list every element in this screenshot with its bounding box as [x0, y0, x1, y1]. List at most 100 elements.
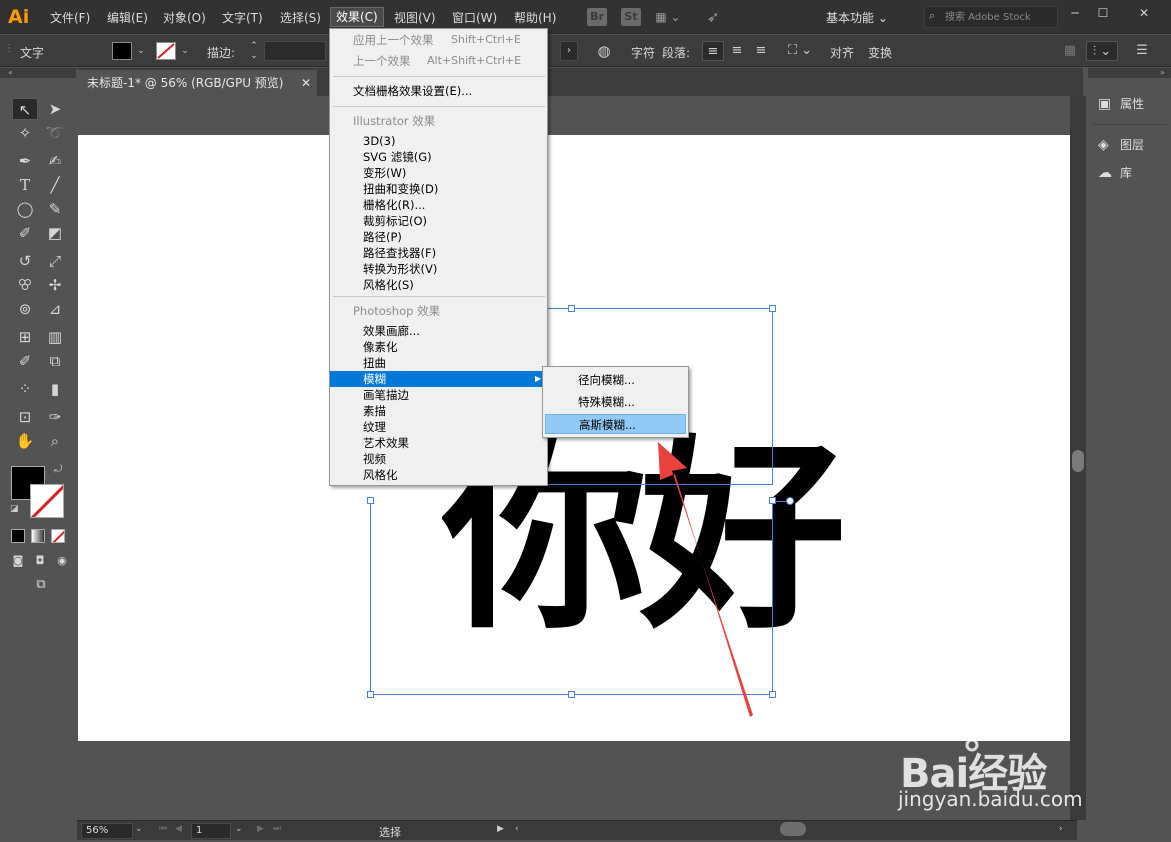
scroll-right-icon[interactable]: ›	[1059, 824, 1063, 834]
align-panel-link[interactable]: 对齐	[830, 44, 854, 61]
blend-tool-icon[interactable]: ⧉	[42, 350, 68, 372]
artboard[interactable]: 你好	[78, 135, 1070, 741]
menu-item-video[interactable]: 视频	[330, 451, 547, 467]
maximize-button[interactable]: ☐	[1090, 4, 1116, 22]
last-artboard-icon[interactable]: ⏭	[273, 824, 281, 834]
scroll-left-icon[interactable]: ‹	[515, 824, 519, 834]
menu-item-distort[interactable]: 扭曲	[330, 355, 547, 371]
opacity-arrow-button[interactable]: ›	[560, 41, 578, 61]
menu-item-rasterize[interactable]: 栅格化(R)...	[330, 197, 547, 213]
gradient-mode-icon[interactable]	[31, 529, 45, 543]
menu-item-sketch[interactable]: 素描	[330, 403, 547, 419]
first-artboard-icon[interactable]: ⏮	[159, 824, 167, 834]
close-tab-icon[interactable]: ✕	[301, 70, 311, 96]
libraries-panel-button[interactable]: ☁ 库	[1098, 163, 1132, 183]
menu-effect[interactable]: 效果(C)	[330, 7, 384, 27]
gradient-tool-icon[interactable]: ▥	[42, 326, 68, 348]
zoom-dropdown-icon[interactable]: ⌄	[135, 824, 143, 834]
hand-tool-icon[interactable]: ✋	[12, 430, 38, 452]
arrange-documents-icon[interactable]: ▦ ⌄	[653, 8, 683, 26]
horizontal-scroll-thumb[interactable]	[780, 822, 806, 836]
menu-select[interactable]: 选择(S)	[275, 8, 326, 28]
eyedropper-tool-icon[interactable]: ✐	[12, 350, 38, 372]
menu-item-pixelate[interactable]: 像素化	[330, 339, 547, 355]
bridge-button[interactable]: Br	[587, 8, 607, 26]
menu-help[interactable]: 帮助(H)	[509, 8, 561, 28]
mesh-tool-icon[interactable]: ⊞	[12, 326, 38, 348]
menu-item-effect-gallery[interactable]: 效果画廊...	[330, 323, 547, 339]
submenu-smart-blur[interactable]: 特殊模糊...	[545, 392, 686, 412]
search-input[interactable]	[945, 9, 1055, 25]
fill-swatch[interactable]	[112, 42, 132, 60]
menu-item-artistic[interactable]: 艺术效果	[330, 435, 547, 451]
prev-artboard-icon[interactable]: ◀	[175, 824, 182, 834]
default-colors-icon[interactable]: ◪	[10, 504, 19, 514]
artboard-dropdown-icon[interactable]: ⌄	[235, 824, 243, 834]
stock-button[interactable]: St	[621, 8, 641, 26]
properties-panel-button[interactable]: ▣ 属性	[1098, 94, 1144, 114]
type-tool-icon[interactable]: T	[12, 174, 38, 196]
menu-view[interactable]: 视图(V)	[389, 8, 441, 28]
align-left-icon[interactable]: ≡	[702, 41, 724, 61]
menu-item-blur[interactable]: 模糊 ▶	[330, 371, 547, 387]
status-menu-icon[interactable]: ▶	[497, 824, 504, 834]
resize-handle-left[interactable]	[367, 497, 374, 504]
transform-panel-link[interactable]: 变换	[868, 44, 892, 61]
menu-item-pathfinder[interactable]: 路径查找器(F)	[330, 245, 547, 261]
stock-search[interactable]: ⌕	[924, 6, 1058, 28]
artboard-number-field[interactable]: 1	[191, 823, 231, 839]
align-center-icon[interactable]: ≡	[726, 41, 748, 61]
draw-inside-icon[interactable]: ◉	[52, 550, 72, 572]
zoom-tool-icon[interactable]: ⌕	[42, 430, 68, 452]
next-artboard-icon[interactable]: ▶	[257, 824, 264, 834]
draw-behind-icon[interactable]: ◘	[30, 550, 50, 572]
color-mode-icon[interactable]	[11, 529, 25, 543]
gpu-performance-icon[interactable]: ➶	[703, 7, 723, 27]
workspace-switcher[interactable]: 基本功能 ⌄	[826, 8, 888, 28]
puppet-warp-tool-icon[interactable]: ✢	[42, 274, 68, 296]
text-out-port-icon[interactable]	[786, 497, 794, 505]
menu-raster-effect-settings[interactable]: 文档栅格效果设置(E)...	[330, 83, 547, 99]
menu-type[interactable]: 文字(T)	[217, 8, 268, 28]
rotate-tool-icon[interactable]: ↺	[12, 250, 38, 272]
menu-item-brush-strokes[interactable]: 画笔描边	[330, 387, 547, 403]
swap-fill-stroke-icon[interactable]: ⤾	[54, 464, 62, 475]
menu-item-3d[interactable]: 3D(3)	[330, 133, 547, 149]
menu-item-svg-filters[interactable]: SVG 滤镜(G)	[330, 149, 547, 165]
menu-item-distort-transform[interactable]: 扭曲和变换(D)	[330, 181, 547, 197]
draw-normal-icon[interactable]: ◙	[8, 550, 28, 572]
ellipse-tool-icon[interactable]: ◯	[12, 198, 38, 220]
menu-item-crop-marks[interactable]: 裁剪标记(O)	[330, 213, 547, 229]
submenu-gaussian-blur[interactable]: 高斯模糊...	[545, 414, 686, 434]
vertical-scroll-thumb[interactable]	[1072, 450, 1084, 472]
perspective-grid-tool-icon[interactable]: ⊿	[42, 298, 68, 320]
document-tab[interactable]: 未标题-1* @ 56% (RGB/GPU 预览) ✕	[77, 70, 317, 96]
resize-handle-top[interactable]	[568, 305, 575, 312]
menu-edit[interactable]: 编辑(E)	[102, 8, 153, 28]
layers-panel-button[interactable]: ◈ 图层	[1098, 135, 1144, 155]
menu-item-convert-to-shape[interactable]: 转换为形状(V)	[330, 261, 547, 277]
shaper-tool-icon[interactable]: ✐	[12, 222, 38, 244]
stroke-dropdown-icon[interactable]: ⌄	[179, 42, 191, 60]
direct-selection-tool-icon[interactable]: ➤	[42, 98, 68, 120]
scale-tool-icon[interactable]: ⤢	[42, 250, 68, 272]
paragraph-panel-link[interactable]: 段落:	[662, 44, 690, 61]
shape-builder-tool-icon[interactable]: ⊚	[12, 298, 38, 320]
slice-tool-icon[interactable]: ✑	[42, 406, 68, 428]
screen-mode-icon[interactable]: ⧉	[28, 574, 54, 596]
stroke-swatch[interactable]	[156, 42, 176, 60]
puppet-warp-icon[interactable]: ⛶ ⌄	[784, 41, 816, 61]
stroke-weight-stepper[interactable]: ⌃ ⌄	[247, 41, 261, 61]
curvature-tool-icon[interactable]: ✍	[42, 150, 68, 172]
menu-object[interactable]: 对象(O)	[158, 8, 211, 28]
close-window-button[interactable]: ✕	[1124, 4, 1164, 22]
magic-wand-tool-icon[interactable]: ✧	[12, 122, 38, 144]
fill-dropdown-icon[interactable]: ⌄	[135, 42, 147, 60]
menu-item-path[interactable]: 路径(P)	[330, 229, 547, 245]
panel-menu-icon[interactable]: ☰	[1132, 41, 1152, 61]
paintbrush-tool-icon[interactable]: ✎	[42, 198, 68, 220]
menu-item-stylize-illustrator[interactable]: 风格化(S)	[330, 277, 547, 293]
menu-file[interactable]: 文件(F)	[45, 8, 95, 28]
column-graph-tool-icon[interactable]: ▮	[42, 378, 68, 400]
submenu-radial-blur[interactable]: 径向模糊...	[545, 370, 686, 390]
